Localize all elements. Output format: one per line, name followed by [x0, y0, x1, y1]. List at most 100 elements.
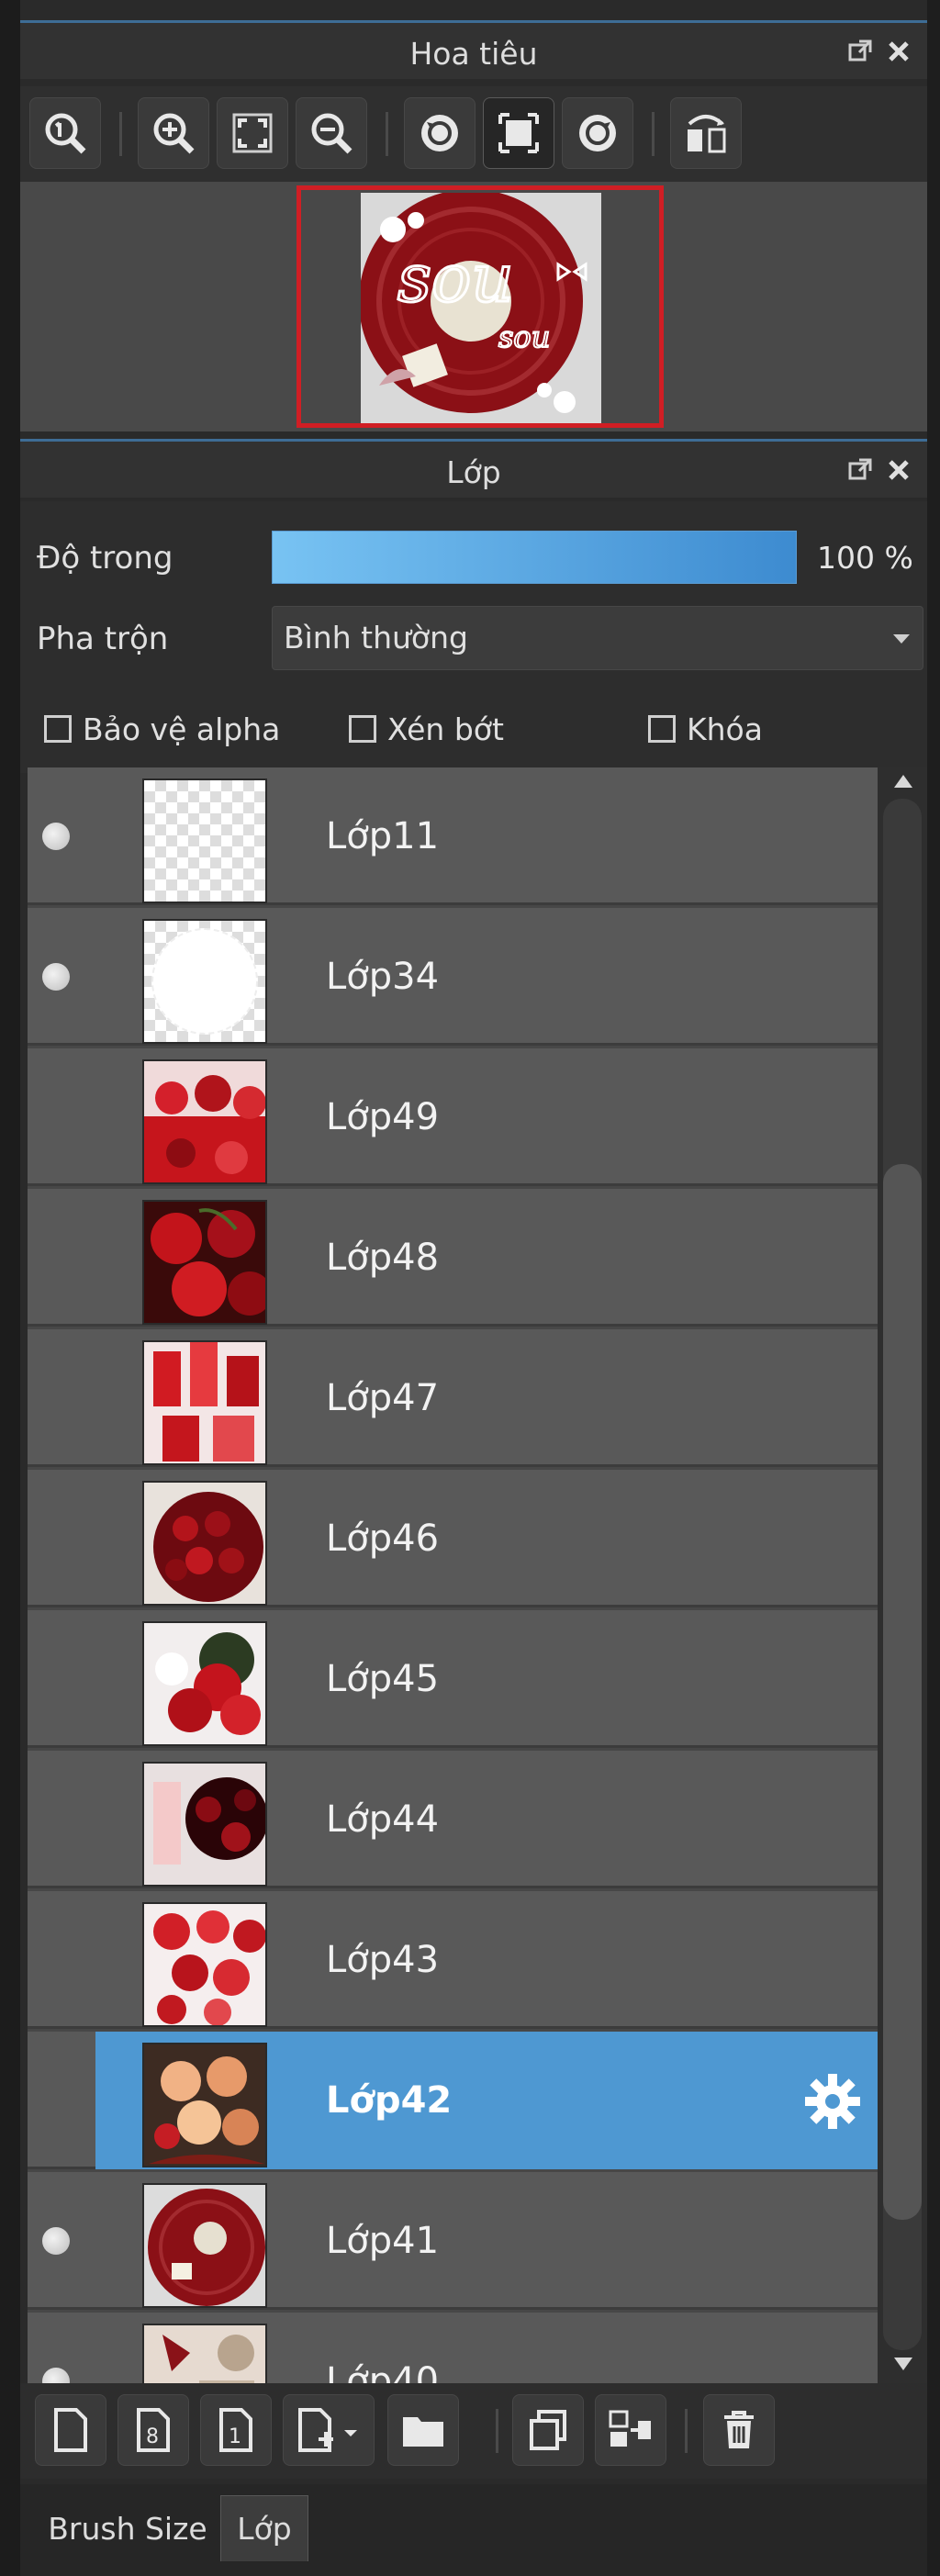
- layer-name[interactable]: Lớp43: [326, 1939, 439, 1981]
- checkbox-box[interactable]: [648, 715, 676, 743]
- visibility-toggle-icon[interactable]: [42, 823, 70, 850]
- reset-view-button[interactable]: [483, 97, 554, 169]
- scroll-up-arrow-icon[interactable]: [894, 775, 912, 788]
- layers-titlebar: Lớp: [20, 439, 927, 498]
- add-layer-menu-button[interactable]: [283, 2394, 375, 2466]
- layer-thumbnail[interactable]: [142, 2043, 267, 2167]
- scrollbar-thumb[interactable]: [883, 1164, 922, 2220]
- popout-icon[interactable]: [845, 36, 876, 67]
- fit-to-window-button[interactable]: [217, 97, 288, 169]
- layer-row[interactable]: Lớp49: [28, 1048, 878, 1186]
- layer-row[interactable]: Lớp11: [28, 767, 878, 905]
- layer-thumbnail[interactable]: [142, 2183, 267, 2308]
- visibility-toggle-icon[interactable]: [42, 2227, 70, 2255]
- zoom-in-button[interactable]: [138, 97, 209, 169]
- new-1bit-layer-button[interactable]: 1: [200, 2394, 272, 2466]
- layer-row[interactable]: Lớp44: [28, 1751, 878, 1888]
- visibility-toggle-icon[interactable]: [42, 2368, 70, 2383]
- layer-settings-gear-icon[interactable]: [801, 2070, 864, 2133]
- flip-horizontal-icon: [688, 115, 726, 153]
- opacity-value: 100 %: [817, 540, 913, 576]
- layer-name[interactable]: Lớp41: [326, 2220, 439, 2262]
- layer-row[interactable]: Lớp41: [28, 2172, 878, 2310]
- layer-row[interactable]: Lớp43: [28, 1891, 878, 2029]
- zoom-actual-size-button[interactable]: [29, 97, 101, 169]
- tab-layers[interactable]: Lớp: [220, 2495, 308, 2561]
- blend-mode-select[interactable]: Bình thường: [272, 606, 923, 670]
- layer-thumbnail[interactable]: [142, 1902, 267, 2027]
- scroll-down-arrow-icon[interactable]: [894, 2358, 912, 2370]
- popout-icon[interactable]: [845, 454, 876, 486]
- dropdown-arrow-icon: [893, 634, 910, 644]
- layer-name[interactable]: Lớp40: [326, 2360, 439, 2383]
- layer-name[interactable]: Lớp42: [326, 2079, 452, 2122]
- new-8bit-layer-button[interactable]: 8: [118, 2394, 189, 2466]
- layer-name[interactable]: Lớp47: [326, 1377, 439, 1419]
- navigator-view-frame[interactable]: sou sou: [297, 185, 664, 428]
- zoom-out-icon: [311, 113, 352, 154]
- layer-thumbnail[interactable]: [142, 2324, 267, 2383]
- navigator-toolbar: [20, 86, 927, 182]
- rotate-left-button[interactable]: [404, 97, 476, 169]
- new-folder-button[interactable]: [387, 2394, 459, 2466]
- layer-row[interactable]: Lớp46: [28, 1470, 878, 1607]
- reset-view-icon: [498, 113, 539, 153]
- protect-alpha-label: Bảo vệ alpha: [83, 711, 281, 747]
- new-8bit-layer-icon: 8: [137, 2408, 170, 2452]
- layer-row[interactable]: Lớp34: [28, 908, 878, 1046]
- layer-row[interactable]: Lớp48: [28, 1189, 878, 1327]
- flip-horizontal-button[interactable]: [670, 97, 742, 169]
- layer-row[interactable]: Lớp42: [28, 2032, 878, 2169]
- left-dock-edge: [0, 0, 20, 2576]
- tab-brush-size[interactable]: Brush Size: [28, 2495, 228, 2561]
- layer-thumbnail[interactable]: [142, 919, 267, 1044]
- add-layer-menu-icon: [298, 2408, 357, 2452]
- layer-thumbnail[interactable]: [142, 778, 267, 903]
- layers-title: Lớp: [446, 454, 501, 490]
- layer-thumbnail[interactable]: [142, 1762, 267, 1887]
- layer-list-scrollbar[interactable]: [878, 767, 927, 2383]
- opacity-slider[interactable]: [272, 531, 797, 584]
- layer-thumbnail[interactable]: [142, 1059, 267, 1184]
- layer-name[interactable]: Lớp44: [326, 1798, 439, 1841]
- layer-thumbnail[interactable]: [142, 1481, 267, 1606]
- delete-layer-icon: [724, 2411, 754, 2448]
- layer-thumbnail[interactable]: [142, 1200, 267, 1325]
- protect-alpha-checkbox[interactable]: Bảo vệ alpha: [44, 711, 280, 747]
- fit-to-window-icon: [232, 113, 273, 153]
- new-folder-icon: [403, 2417, 443, 2447]
- layer-thumbnail[interactable]: [142, 1621, 267, 1746]
- layer-row[interactable]: Lớp45: [28, 1610, 878, 1748]
- toolbar-separator: [386, 112, 388, 156]
- navigator-title: Hoa tiêu: [409, 36, 538, 72]
- clipping-checkbox[interactable]: Xén bớt: [349, 711, 504, 747]
- layer-name[interactable]: Lớp49: [326, 1096, 439, 1138]
- layer-name[interactable]: Lớp11: [326, 815, 439, 857]
- layer-name[interactable]: Lớp45: [326, 1658, 439, 1700]
- layer-name[interactable]: Lớp48: [326, 1237, 439, 1279]
- layer-name[interactable]: Lớp34: [326, 956, 439, 998]
- checkbox-box[interactable]: [44, 715, 72, 743]
- rotate-left-icon: [421, 115, 458, 151]
- toolbar-separator: [496, 2409, 498, 2453]
- duplicate-layer-button[interactable]: [512, 2394, 584, 2466]
- new-layer-button[interactable]: [35, 2394, 106, 2466]
- close-icon[interactable]: [883, 36, 914, 67]
- visibility-toggle-icon[interactable]: [42, 963, 70, 991]
- layer-row[interactable]: Lớp47: [28, 1329, 878, 1467]
- layer-row[interactable]: Lớp40: [28, 2313, 878, 2383]
- rotate-right-button[interactable]: [562, 97, 633, 169]
- delete-layer-button[interactable]: [703, 2394, 775, 2466]
- merge-down-button[interactable]: [595, 2394, 666, 2466]
- rotate-right-icon: [579, 115, 616, 151]
- layer-list[interactable]: Lớp11 Lớp34 Lớp49 Lớp48 Lớp47 Lớp46 Lớp45 Lớp44…: [28, 767, 878, 2383]
- zoom-out-button[interactable]: [296, 97, 367, 169]
- lock-checkbox[interactable]: Khóa: [648, 711, 763, 747]
- checkbox-box[interactable]: [349, 715, 376, 743]
- toolbar-separator: [685, 2409, 688, 2453]
- layer-name[interactable]: Lớp46: [326, 1518, 439, 1560]
- zoom-actual-size-icon: [45, 113, 86, 154]
- preview-title-text: sou: [397, 240, 514, 317]
- close-icon[interactable]: [883, 454, 914, 486]
- layer-thumbnail[interactable]: [142, 1340, 267, 1465]
